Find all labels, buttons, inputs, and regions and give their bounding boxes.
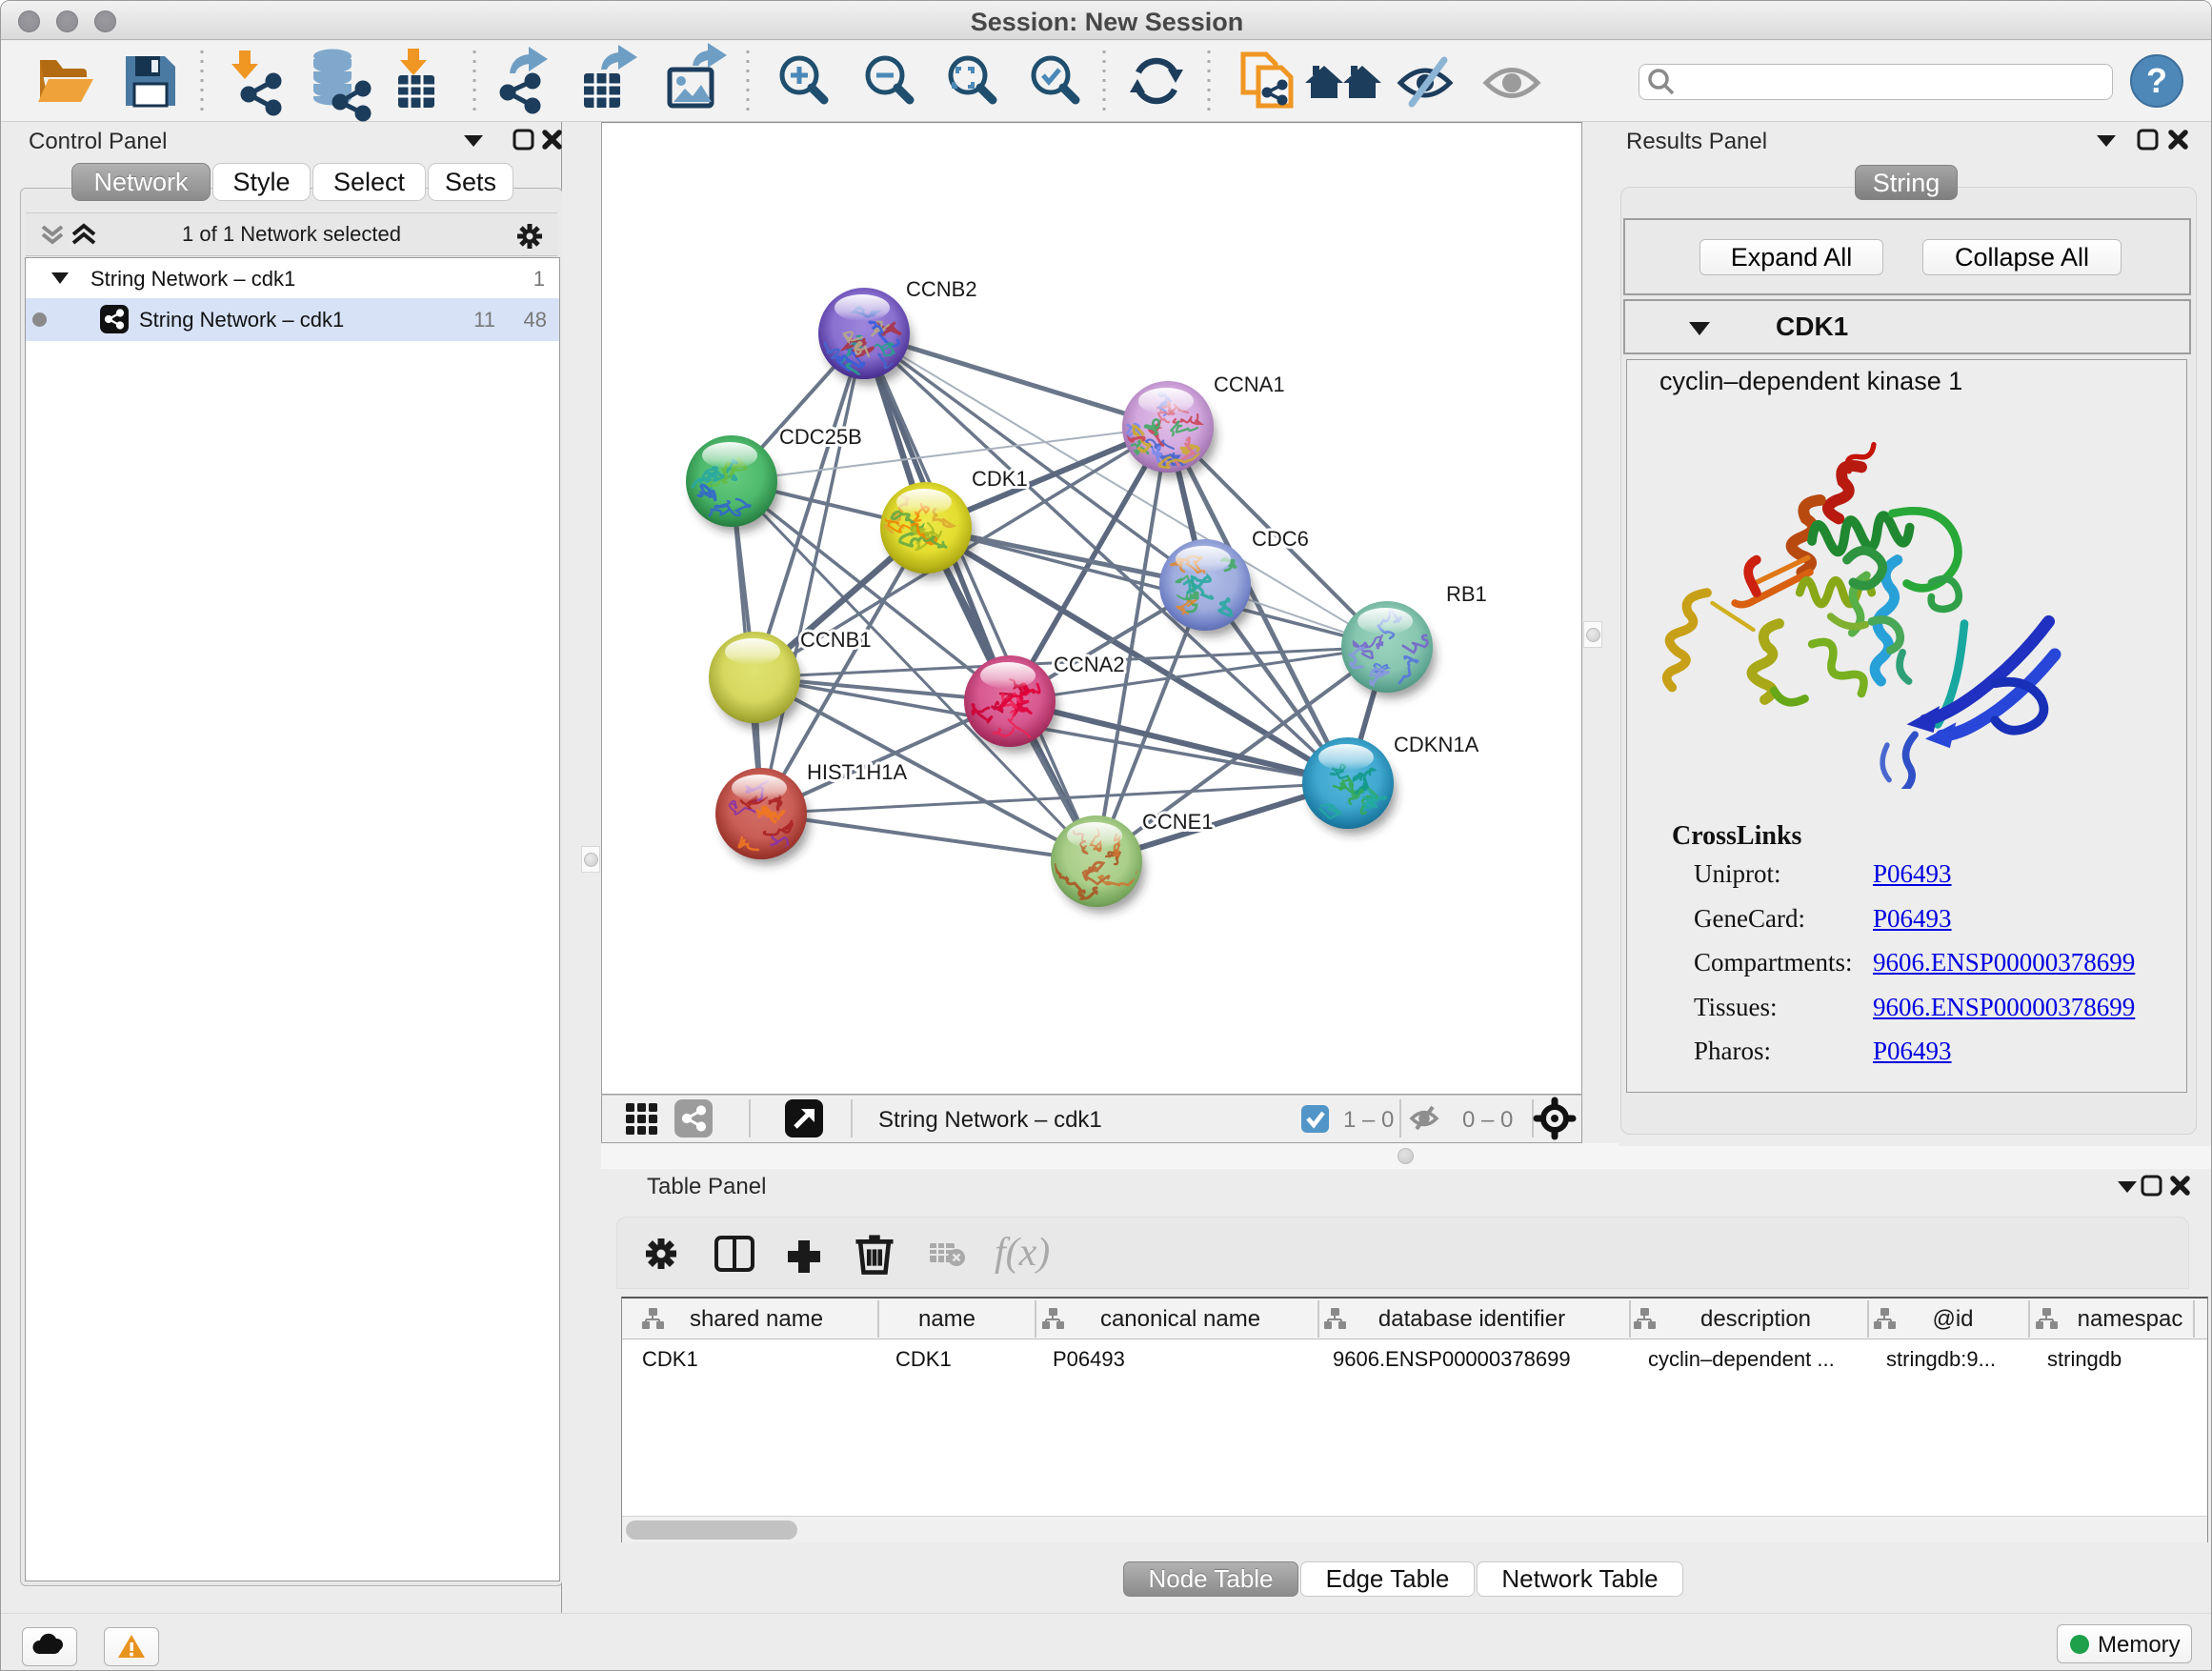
svg-text:shared name: shared name: [690, 1306, 823, 1332]
svg-text:1 – 0: 1 – 0: [1343, 1107, 1394, 1133]
svg-text:CCNA2: CCNA2: [1054, 653, 1125, 676]
svg-text:name: name: [918, 1306, 975, 1332]
svg-text:CCNE1: CCNE1: [1142, 810, 1214, 834]
svg-text:String Network – cdk1: String Network – cdk1: [878, 1107, 1102, 1133]
svg-text:CDK1: CDK1: [972, 467, 1028, 491]
svg-text:CCNA1: CCNA1: [1214, 372, 1285, 396]
svg-text:0 – 0: 0 – 0: [1462, 1107, 1513, 1133]
svg-text:?: ?: [2146, 61, 2167, 100]
svg-text:CCNB2: CCNB2: [906, 277, 977, 301]
svg-text:CCNB1: CCNB1: [800, 628, 872, 652]
svg-text:description: description: [1700, 1306, 1811, 1332]
svg-text:database identifier: database identifier: [1378, 1306, 1565, 1332]
svg-text:CDC25B: CDC25B: [779, 425, 862, 449]
svg-text:canonical name: canonical name: [1100, 1306, 1260, 1332]
svg-text:namespac: namespac: [2078, 1306, 2183, 1332]
svg-text:RB1: RB1: [1446, 582, 1487, 606]
svg-text:@id: @id: [1932, 1306, 1973, 1332]
svg-text:CDC6: CDC6: [1252, 527, 1309, 551]
svg-text:CDKN1A: CDKN1A: [1394, 733, 1479, 756]
svg-text:HIST1H1A: HIST1H1A: [807, 760, 907, 784]
svg-text:f(x): f(x): [995, 1233, 1050, 1275]
